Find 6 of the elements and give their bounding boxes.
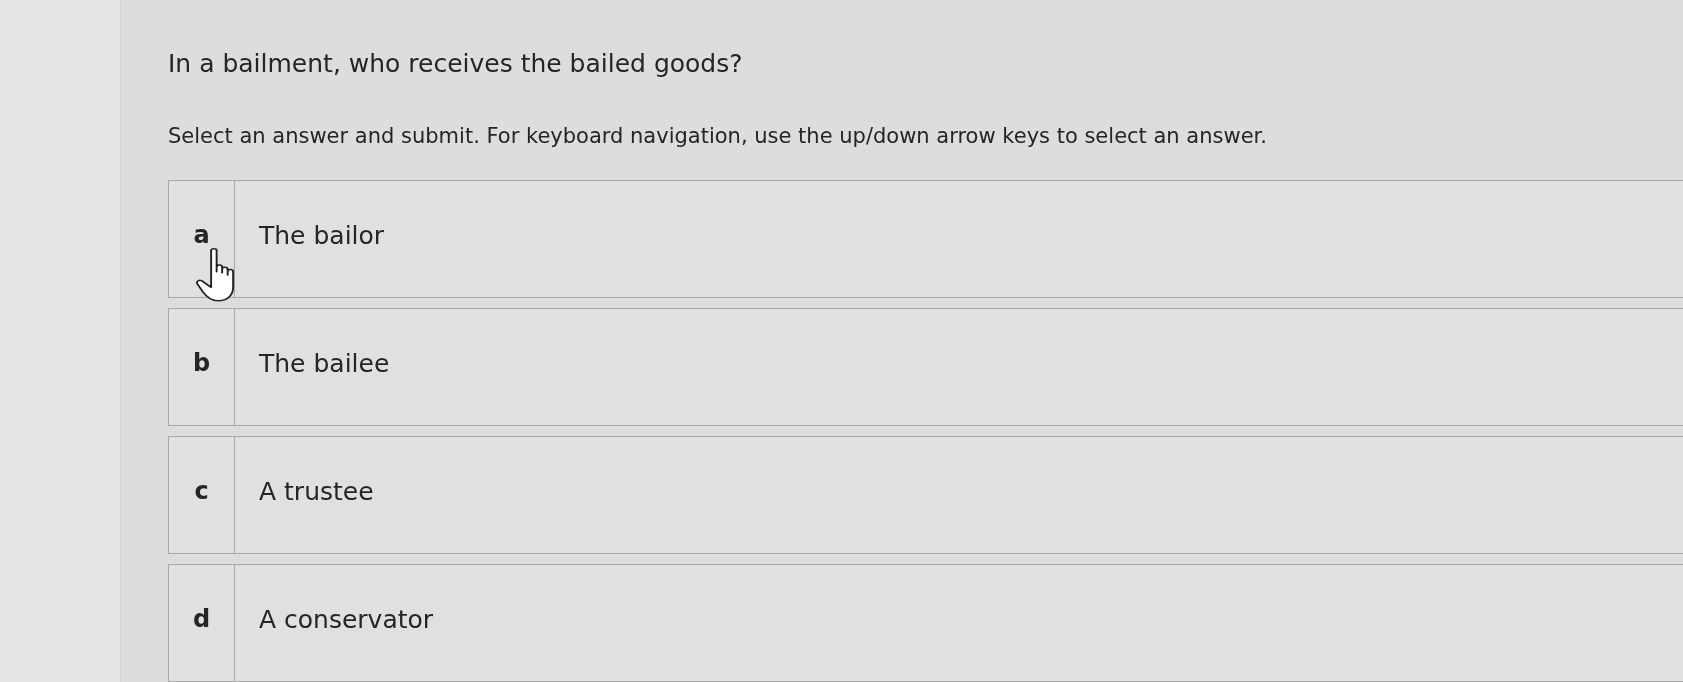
answer-option[interactable]: d A conservator — [168, 564, 1683, 682]
instructions-text: Select an answer and submit. For keyboard navigation, use the up/down arrow keys to select an answer. — [168, 123, 1268, 150]
answer-option[interactable]: c A trustee — [168, 436, 1683, 554]
answer-option[interactable]: b The bailee — [168, 308, 1683, 426]
question-text: In a bailment, who receives the bailed goods? — [168, 48, 744, 80]
answer-option[interactable]: a The bailor — [168, 180, 1683, 298]
